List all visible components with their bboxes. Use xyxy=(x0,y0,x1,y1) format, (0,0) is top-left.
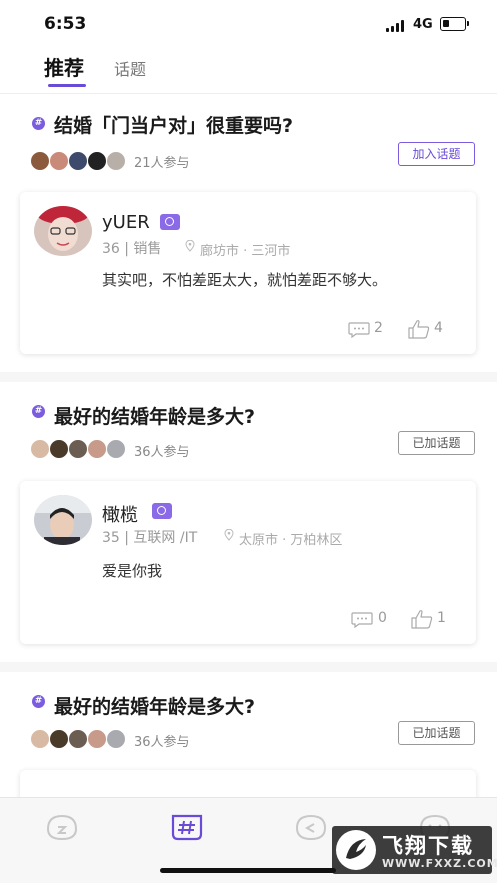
tab-topics[interactable]: 话题 xyxy=(114,56,146,80)
watermark-logo: 飞翔下载 WWW.FXXZ.COM xyxy=(332,826,497,874)
message-icon[interactable] xyxy=(294,812,328,842)
avatar xyxy=(30,729,50,749)
user-location: 太原市 · 万柏林区 xyxy=(239,533,343,548)
topic-hash-icon[interactable] xyxy=(170,812,204,842)
user-meta: 36 | 销售 xyxy=(102,241,162,257)
topic-section: # 最好的结婚年龄是多大? 36人参与 已加话题 xyxy=(0,672,497,810)
avatar xyxy=(106,151,126,171)
avatar xyxy=(87,439,107,459)
section-divider xyxy=(0,372,497,382)
participant-count: 36人参与 xyxy=(134,735,190,750)
post-text[interactable]: 爱是你我 xyxy=(102,560,162,581)
status-time: 6:53 xyxy=(44,14,87,34)
watermark-url: WWW.FXXZ.COM xyxy=(382,857,497,870)
topic-title[interactable]: 最好的结婚年龄是多大? xyxy=(54,692,255,719)
topic-title[interactable]: 最好的结婚年龄是多大? xyxy=(54,402,255,429)
watermark-icon xyxy=(336,830,376,870)
like-icon[interactable] xyxy=(411,609,433,629)
topic-hash-icon: # xyxy=(32,405,45,418)
watermark-text: 飞翔下载 xyxy=(382,834,474,858)
network-label: 4G xyxy=(413,17,433,32)
like-count: 1 xyxy=(437,610,446,626)
participant-count: 36人参与 xyxy=(134,445,190,460)
tab-recommend[interactable]: 推荐 xyxy=(44,52,84,81)
user-name[interactable]: 橄榄 xyxy=(102,501,138,527)
post-card[interactable]: 橄榄 35 | 互联网 /IT 太原市 · 万柏林区 爱是你我 0 1 xyxy=(20,481,476,644)
section-divider xyxy=(0,662,497,672)
avatar xyxy=(87,729,107,749)
comment-icon[interactable] xyxy=(348,322,370,338)
like-count: 4 xyxy=(434,320,443,336)
topic-hash-icon: # xyxy=(32,117,45,130)
avatar xyxy=(30,151,50,171)
avatar xyxy=(68,151,88,171)
avatar xyxy=(87,151,107,171)
home-indicator xyxy=(160,868,336,873)
battery-icon xyxy=(440,17,466,31)
verified-badge-icon xyxy=(152,503,172,519)
avatar xyxy=(30,439,50,459)
comment-icon[interactable] xyxy=(351,612,373,628)
topic-section: # 结婚「门当户对」很重要吗? 21人参与 加入话题 yUER 36 | 销售 xyxy=(0,95,497,382)
joined-topic-button[interactable]: 已加话题 xyxy=(398,431,475,455)
topic-hash-icon: # xyxy=(32,695,45,708)
topic-title[interactable]: 结婚「门当户对」很重要吗? xyxy=(54,111,293,138)
top-tabs: 推荐 话题 xyxy=(0,44,497,94)
location-icon xyxy=(224,529,234,541)
avatar xyxy=(49,439,69,459)
user-location: 廊坊市 · 三河市 xyxy=(200,244,291,259)
avatar xyxy=(68,439,88,459)
status-bar: 6:53 4G xyxy=(0,0,497,44)
home-icon[interactable] xyxy=(45,812,79,842)
user-name[interactable]: yUER xyxy=(102,212,150,233)
post-text[interactable]: 其实吧，不怕差距太大，就怕差距不够大。 xyxy=(102,269,387,290)
location-icon xyxy=(185,240,195,252)
user-meta: 35 | 互联网 /IT xyxy=(102,530,198,546)
avatar xyxy=(49,729,69,749)
avatar[interactable] xyxy=(34,206,92,256)
comment-count: 0 xyxy=(378,610,387,626)
tab-active-indicator xyxy=(48,84,86,87)
avatar xyxy=(106,439,126,459)
like-icon[interactable] xyxy=(408,319,430,339)
avatar xyxy=(68,729,88,749)
avatar[interactable] xyxy=(34,495,92,545)
comment-count: 2 xyxy=(374,320,383,336)
participant-count: 21人参与 xyxy=(134,156,190,171)
signal-icon xyxy=(386,20,406,32)
avatar xyxy=(106,729,126,749)
topic-section: # 最好的结婚年龄是多大? 36人参与 已加话题 橄榄 35 | 互联网 /IT… xyxy=(0,382,497,672)
post-card[interactable]: yUER 36 | 销售 廊坊市 · 三河市 其实吧，不怕差距太大，就怕差距不够… xyxy=(20,192,476,354)
joined-topic-button[interactable]: 已加话题 xyxy=(398,721,475,745)
verified-badge-icon xyxy=(160,214,180,230)
join-topic-button[interactable]: 加入话题 xyxy=(398,142,475,166)
avatar xyxy=(49,151,69,171)
